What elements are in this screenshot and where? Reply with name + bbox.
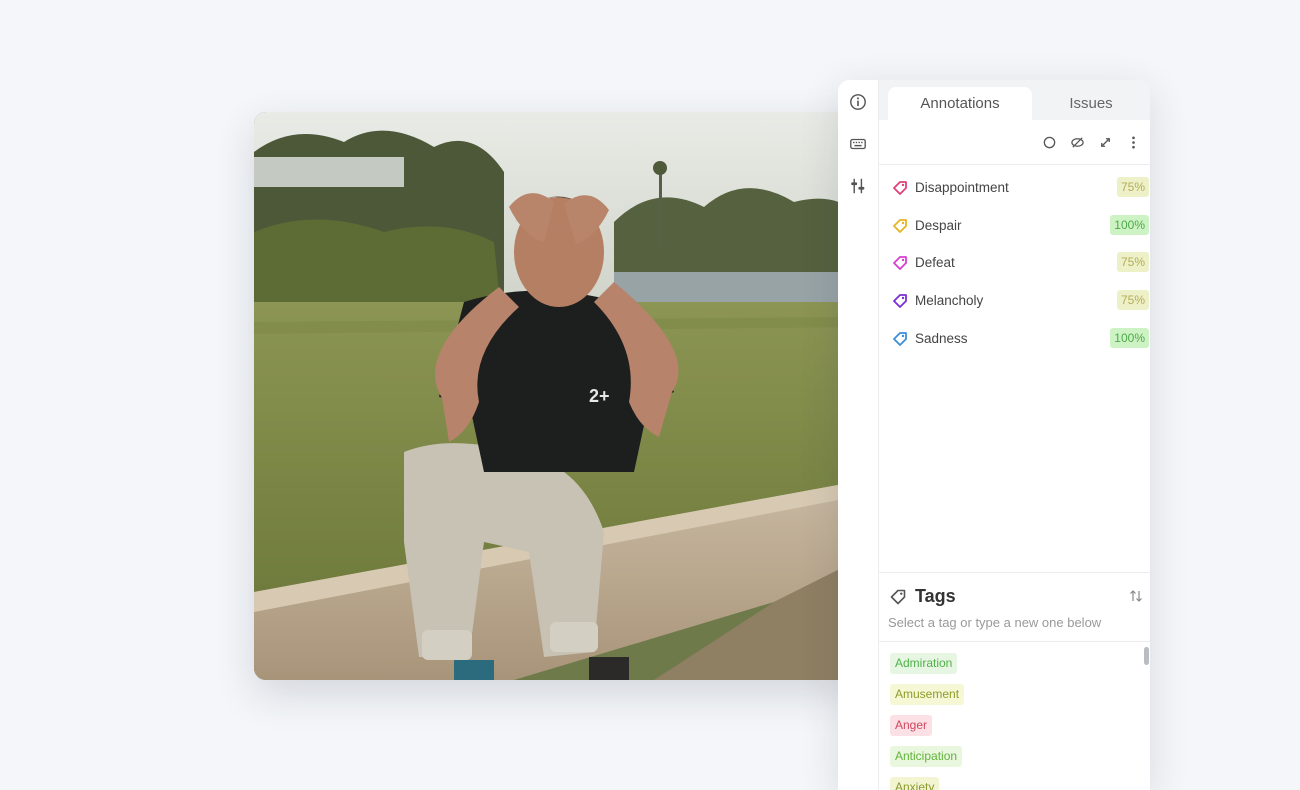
tab-bar: Annotations Issues: [879, 80, 1150, 120]
annotation-toolbar: [879, 120, 1150, 165]
tags-title: Tags: [915, 586, 956, 606]
annotation-panel: Annotations Issues Disappointment 75% De…: [838, 80, 1150, 790]
divider: [879, 641, 1150, 642]
annotation-item-sadness[interactable]: Sadness 100%: [879, 321, 1150, 359]
scrollbar-thumb[interactable]: [1144, 647, 1149, 665]
tab-issues[interactable]: Issues: [1041, 87, 1141, 120]
tag-icon: [890, 589, 906, 605]
tags-hint: Select a tag or type a new one below: [888, 615, 1102, 630]
side-rail: [838, 80, 879, 790]
eye-off-icon[interactable]: [1069, 134, 1085, 150]
tag-icon: [893, 294, 907, 308]
expand-icon[interactable]: [1097, 134, 1113, 150]
confidence-badge: 75%: [1116, 290, 1149, 311]
panel-main: Annotations Issues Disappointment 75% De…: [879, 80, 1150, 790]
annotation-item-defeat[interactable]: Defeat 75%: [879, 245, 1150, 283]
annotation-list: Disappointment 75% Despair 100% Defeat 7…: [879, 170, 1150, 358]
svg-text:2+: 2+: [589, 386, 610, 406]
annotated-photo[interactable]: 2+: [254, 112, 854, 680]
confidence-badge: 100%: [1110, 214, 1149, 235]
tag-icon: [893, 256, 907, 271]
photo-image: 2+: [254, 112, 854, 680]
tag-chip-amusement[interactable]: Amusement: [890, 684, 965, 705]
tag-chip-admiration[interactable]: Admiration: [890, 653, 958, 674]
confidence-badge: 75%: [1116, 177, 1149, 197]
tags-section: Tags Select a tag or type a new one belo…: [879, 572, 1150, 790]
annotation-label: Disappointment: [915, 180, 1009, 195]
confidence-badge: 75%: [1116, 252, 1149, 273]
confidence-badge: 100%: [1110, 327, 1149, 348]
info-icon[interactable]: [846, 90, 870, 114]
tag-chip-anger[interactable]: Anger: [890, 715, 933, 736]
annotation-item-melancholy[interactable]: Melancholy 75%: [879, 283, 1150, 321]
annotation-label: Despair: [915, 217, 962, 233]
more-vertical-icon[interactable]: [1125, 134, 1141, 150]
keyboard-icon[interactable]: [846, 132, 870, 156]
annotation-label: Defeat: [915, 255, 955, 271]
circle-icon[interactable]: [1041, 134, 1057, 150]
sort-icon[interactable]: [1128, 588, 1144, 604]
annotation-label: Sadness: [915, 330, 968, 346]
tag-chip-anxiety[interactable]: Anxiety: [890, 777, 940, 790]
tag-icon: [893, 218, 907, 233]
annotation-item-disappointment[interactable]: Disappointment 75%: [879, 170, 1150, 208]
tag-chip-anticipation[interactable]: Anticipation: [890, 746, 963, 767]
annotation-item-despair[interactable]: Despair 100%: [879, 208, 1150, 246]
sliders-icon[interactable]: [846, 174, 870, 198]
tag-icon: [893, 181, 907, 195]
tab-annotations[interactable]: Annotations: [888, 87, 1032, 120]
annotation-label: Melancholy: [915, 293, 984, 309]
tag-icon: [893, 331, 907, 346]
